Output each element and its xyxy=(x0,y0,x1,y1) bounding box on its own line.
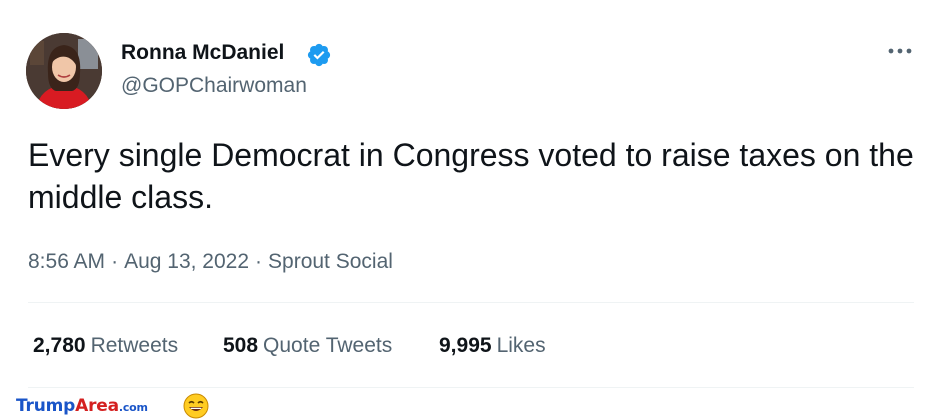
likes-stat[interactable]: 9,995 Likes xyxy=(439,334,546,358)
watermark-part: Trump xyxy=(16,396,76,416)
likes-count: 9,995 xyxy=(439,334,492,357)
site-watermark: TrumpArea.com xyxy=(16,396,148,416)
quote-tweets-count: 508 xyxy=(223,334,259,357)
likes-label: Likes xyxy=(496,334,546,357)
divider xyxy=(28,302,914,303)
user-handle[interactable]: @GOPChairwoman xyxy=(121,74,307,98)
divider xyxy=(28,387,914,388)
tweet-text: Every single Democrat in Congress voted … xyxy=(28,137,914,215)
retweets-stat[interactable]: 2,780 Retweets xyxy=(33,334,178,358)
verified-badge-icon xyxy=(307,43,331,67)
display-name[interactable]: Ronna McDaniel xyxy=(121,41,284,65)
quote-tweets-stat[interactable]: 508 Quote Tweets xyxy=(223,334,392,358)
more-options-icon[interactable] xyxy=(886,44,914,58)
avatar[interactable] xyxy=(26,33,102,109)
tweet-meta: 8:56 AM · Aug 13, 2022 · Sprout Social xyxy=(28,250,393,274)
tweet-card: Ronna McDaniel @GOPChairwoman Every sing… xyxy=(0,0,940,419)
tweet-date[interactable]: Aug 13, 2022 xyxy=(124,250,249,273)
retweets-count: 2,780 xyxy=(33,334,86,357)
tweet-source[interactable]: Sprout Social xyxy=(268,250,393,273)
tweet-time[interactable]: 8:56 AM xyxy=(28,250,105,273)
laughing-emoji-icon xyxy=(183,393,209,419)
watermark-part: .com xyxy=(118,401,148,414)
avatar-image xyxy=(26,33,102,109)
meta-separator: · xyxy=(111,250,119,273)
meta-separator: · xyxy=(255,250,263,273)
retweets-label: Retweets xyxy=(90,334,179,357)
watermark-part: Area xyxy=(75,396,119,416)
quote-tweets-label: Quote Tweets xyxy=(263,334,393,357)
